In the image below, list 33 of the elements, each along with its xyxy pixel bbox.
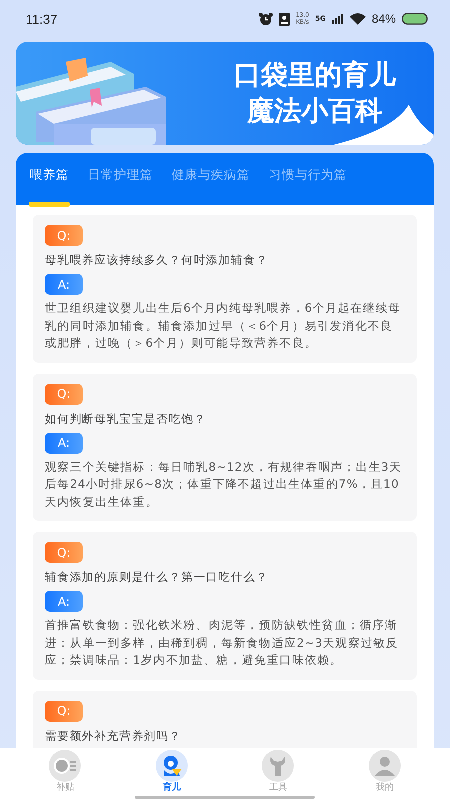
category-tab[interactable]: 喂养篇 (30, 153, 69, 205)
person-icon (372, 754, 397, 778)
answer-badge: A: (45, 274, 83, 295)
status-time: 11:37 (26, 12, 59, 26)
question-badge: Q: (45, 542, 83, 563)
question-text: 如何判断母乳宝宝是否吃饱？ (45, 410, 208, 428)
signal-icon (332, 14, 344, 24)
banner-title: 口袋里的育儿 (234, 58, 396, 92)
banner-title: 魔法小百科 (248, 94, 382, 128)
answer-text: 观察三个关键指标：每日哺乳8~12次，有规律吞咽声；出生3天后每24小时排尿6~8次；体重下降不超过出生体重的7%，且10天内恢复出生体重。 (45, 458, 403, 510)
answer-text: 世卫组织建议婴儿出生后6个月内纯母乳喂养，6个月起在继续母乳的同时添加辅食。辅食添加过早（＜6个月）易引发消化不良或肥胖，过晚（＞6个月）则可能导致营养不良。 (45, 300, 402, 352)
nav-item[interactable]: 工具 (248, 748, 308, 800)
alarm-icon (258, 12, 273, 26)
question-text: 需要额外补充营养剂吗？ (45, 728, 182, 744)
question-text: 辅食添加的原则是什么？第一口吃什么？ (45, 569, 270, 586)
question-text: 母乳喂养应该持续多久？何时添加辅食？ (45, 252, 270, 269)
nav-item[interactable]: 育儿 (142, 748, 202, 800)
nav-item[interactable]: 我的 (354, 748, 415, 800)
question-badge: Q: (45, 384, 83, 404)
category-tab[interactable]: 日常护理篇 (88, 153, 153, 205)
battery-icon (402, 13, 428, 25)
contact-icon (278, 12, 290, 26)
answer-badge: A: (45, 432, 83, 454)
battery-percent: 84% (372, 12, 396, 26)
answer-text: 首推富铁食物：强化铁米粉、肉泥等，预防缺铁性贫血；循序渐进：从单一到多样，由稀到稠，每新食物适应2~3天观察过敏反应；禁调味品：1岁内不加盐、糖，避免重口味依赖。 (45, 617, 400, 669)
answer-badge: A: (45, 591, 83, 612)
question-badge: Q: (45, 700, 83, 722)
nav-item[interactable]: 补贴 (35, 748, 96, 800)
question-badge: Q: (45, 225, 83, 246)
category-tab[interactable]: 习惯与行为篇 (269, 153, 347, 205)
category-tab[interactable]: 健康与疾病篇 (172, 153, 250, 205)
wifi-icon (350, 13, 366, 25)
coin-icon (53, 756, 78, 776)
